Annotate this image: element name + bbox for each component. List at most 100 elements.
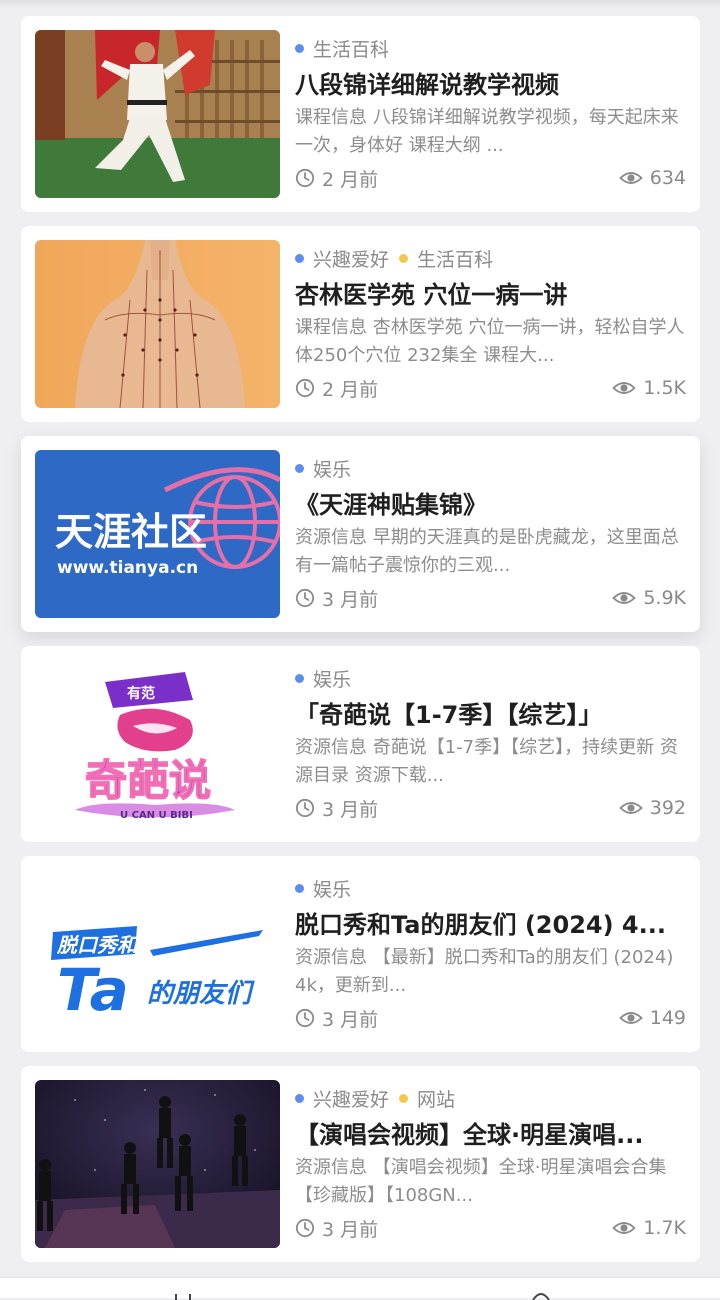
view-count: 149	[618, 1007, 686, 1029]
thumbnail[interactable]	[35, 30, 280, 198]
view-count: 1.7K	[612, 1217, 686, 1239]
talk-show-logo: 脱口秀和 Ta 的朋友们	[35, 870, 280, 1038]
eye-icon	[618, 172, 643, 184]
tag-label: 网站	[417, 1088, 456, 1111]
category-tags: 娱乐	[295, 660, 686, 696]
category-tags: 娱乐	[295, 870, 686, 906]
card-description: 资源信息 【最新】脱口秀和Ta的朋友们 (2024) 4k，更新到...	[295, 947, 674, 996]
category-tag[interactable]: 兴趣爱好	[295, 1085, 389, 1112]
card-title[interactable]: 杏林医学苑 穴位一病一讲	[295, 278, 686, 312]
clock-icon	[295, 378, 315, 398]
post-time: 3 月前	[295, 1005, 378, 1032]
resource-card[interactable]: 生活百科 八段锦详细解说教学视频 课程信息 八段锦详细解说教学视频，每天起床来一…	[21, 16, 700, 212]
category-tag[interactable]: 娱乐	[295, 665, 351, 692]
resource-feed: 生活百科 八段锦详细解说教学视频 课程信息 八段锦详细解说教学视频，每天起床来一…	[21, 16, 700, 1276]
card-info: 生活百科 八段锦详细解说教学视频 课程信息 八段锦详细解说教学视频，每天起床来一…	[295, 30, 686, 198]
time-label: 2 月前	[322, 168, 379, 191]
card-title[interactable]: 「奇葩说【1-7季】【综艺】」	[295, 698, 686, 732]
time-label: 3 月前	[322, 798, 379, 821]
clock-icon	[295, 798, 315, 818]
header-shadow	[0, 0, 720, 8]
time-label: 3 月前	[322, 1218, 379, 1241]
card-meta: 2 月前 634	[295, 164, 686, 192]
category-tags: 兴趣爱好 网站	[295, 1080, 686, 1116]
talkshow-line2: 的朋友们	[147, 979, 255, 1009]
card-description: 资源信息 【演唱会视频】全球·明星演唱会合集【珍藏版】【108GN...	[295, 1157, 667, 1206]
category-tag[interactable]: 娱乐	[295, 875, 351, 902]
tag-dot-icon	[295, 883, 304, 893]
card-title[interactable]: 《天涯神贴集锦》	[295, 488, 686, 522]
resource-card[interactable]: 兴趣爱好 生活百科 杏林医学苑 穴位一病一讲 课程信息 杏林医学苑 穴位一病一讲…	[21, 226, 700, 422]
thumbnail[interactable]: 有范 奇葩说 U CAN U BIBI	[35, 660, 280, 828]
resource-card[interactable]: 脱口秀和 Ta 的朋友们 娱乐 脱口秀和Ta的朋友们 (2024) 4... 资…	[21, 856, 700, 1052]
talkshow-big: Ta	[57, 956, 129, 1024]
tag-label: 生活百科	[313, 38, 390, 61]
post-time: 3 月前	[295, 585, 378, 612]
card-meta: 3 月前 5.9K	[295, 584, 686, 612]
resource-card[interactable]: 天涯社区 www.tianya.cn 娱乐 《天涯神贴集锦》 资源信息 早期的天…	[21, 436, 700, 632]
tag-label: 娱乐	[313, 458, 352, 481]
views-label: 392	[649, 797, 686, 819]
tag-dot-icon	[295, 673, 304, 683]
card-description: 资源信息 奇葩说【1-7季】【综艺】，持续更新 资源目录 资源下载...	[295, 737, 678, 786]
resource-card[interactable]: 兴趣爱好 网站 【演唱会视频】全球·明星演唱... 资源信息 【演唱会视频】全球…	[21, 1066, 700, 1262]
resource-card[interactable]: 有范 奇葩说 U CAN U BIBI 娱乐 「奇葩说【1-7季】【综艺】」 资…	[21, 646, 700, 842]
tianya-logo: 天涯社区 www.tianya.cn	[35, 450, 280, 618]
martial-arts-photo	[35, 30, 280, 198]
tianya-name: 天涯社区	[55, 510, 207, 554]
qipashuo-logo: 有范 奇葩说 U CAN U BIBI	[35, 660, 280, 828]
time-label: 3 月前	[322, 1008, 379, 1031]
card-meta: 3 月前 149	[295, 1004, 686, 1032]
category-tag[interactable]: 娱乐	[295, 455, 351, 482]
category-tag[interactable]: 兴趣爱好	[295, 245, 389, 272]
thumbnail[interactable]	[35, 1080, 280, 1248]
profile-icon[interactable]	[530, 1292, 552, 1300]
category-tag[interactable]: 网站	[399, 1085, 455, 1112]
eye-icon	[618, 1012, 643, 1024]
clock-icon	[295, 1218, 315, 1238]
card-title[interactable]: 【演唱会视频】全球·明星演唱...	[295, 1118, 686, 1152]
view-count: 5.9K	[612, 587, 686, 609]
tag-dot-icon	[399, 1093, 409, 1103]
views-label: 5.9K	[643, 587, 686, 609]
home-icon[interactable]	[172, 1292, 194, 1300]
tag-label: 兴趣爱好	[313, 1088, 390, 1111]
views-label: 1.7K	[643, 1217, 686, 1239]
post-time: 2 月前	[295, 375, 378, 402]
card-info: 娱乐 「奇葩说【1-7季】【综艺】」 资源信息 奇葩说【1-7季】【综艺】，持续…	[295, 660, 686, 828]
tag-label: 兴趣爱好	[313, 248, 390, 271]
card-description: 课程信息 杏林医学苑 穴位一病一讲，轻松自学人体250个穴位 232集全 课程大…	[295, 317, 685, 366]
thumbnail[interactable]: 脱口秀和 Ta 的朋友们	[35, 870, 280, 1038]
category-tag[interactable]: 生活百科	[295, 35, 389, 62]
qipa-badge: 有范	[127, 685, 155, 702]
tag-dot-icon	[399, 253, 409, 263]
clock-icon	[295, 1008, 315, 1028]
thumbnail[interactable]	[35, 240, 280, 408]
category-tags: 娱乐	[295, 450, 686, 486]
card-title[interactable]: 八段锦详细解说教学视频	[295, 68, 686, 102]
qipa-sub: U CAN U BIBI	[120, 810, 193, 821]
tag-dot-icon	[295, 43, 304, 53]
tag-dot-icon	[295, 463, 304, 473]
tag-dot-icon	[295, 1093, 304, 1103]
eye-icon	[618, 802, 643, 814]
view-count: 634	[618, 167, 686, 189]
clock-icon	[295, 168, 315, 188]
card-info: 娱乐 《天涯神贴集锦》 资源信息 早期的天涯真的是卧虎藏龙，这里面总有一篇帖子震…	[295, 450, 686, 618]
card-title[interactable]: 脱口秀和Ta的朋友们 (2024) 4...	[295, 908, 686, 942]
card-meta: 3 月前 1.7K	[295, 1214, 686, 1242]
thumbnail[interactable]: 天涯社区 www.tianya.cn	[35, 450, 280, 618]
card-info: 娱乐 脱口秀和Ta的朋友们 (2024) 4... 资源信息 【最新】脱口秀和T…	[295, 870, 686, 1038]
concert-photo	[35, 1080, 280, 1248]
eye-icon	[612, 1222, 637, 1234]
acupuncture-photo	[35, 240, 280, 408]
eye-icon	[612, 592, 637, 604]
tag-label: 娱乐	[313, 668, 352, 691]
card-info: 兴趣爱好 生活百科 杏林医学苑 穴位一病一讲 课程信息 杏林医学苑 穴位一病一讲…	[295, 240, 686, 408]
views-label: 149	[649, 1007, 686, 1029]
tag-label: 娱乐	[313, 878, 352, 901]
views-label: 1.5K	[643, 377, 686, 399]
card-description: 资源信息 早期的天涯真的是卧虎藏龙，这里面总有一篇帖子震惊你的三观...	[295, 527, 679, 576]
category-tag[interactable]: 生活百科	[399, 245, 493, 272]
bottom-nav-bar	[0, 1277, 720, 1300]
